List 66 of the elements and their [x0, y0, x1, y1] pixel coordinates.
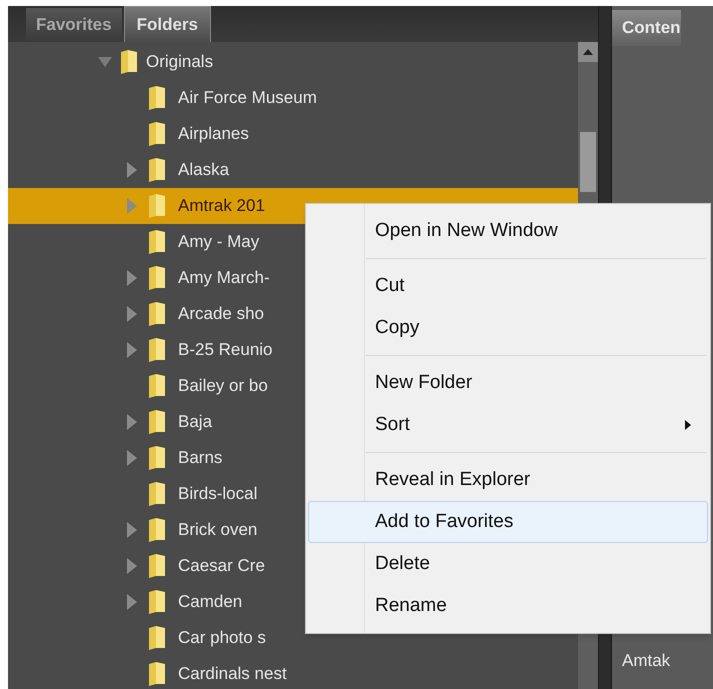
- folder-icon: [148, 121, 166, 147]
- folder-label[interactable]: Originals: [146, 49, 214, 75]
- folder-icon: [148, 85, 166, 111]
- folder-label: Cardinals nest: [178, 663, 287, 686]
- panel-tab[interactable]: Favorites: [26, 8, 122, 42]
- folder-label: Barns: [178, 447, 222, 470]
- menu-item[interactable]: Delete: [308, 543, 708, 585]
- menu-item[interactable]: Copy: [308, 307, 708, 349]
- collapse-arrow-icon[interactable]: [98, 56, 112, 68]
- folder-label: Camden: [178, 591, 242, 614]
- folder-label: B-25 Reunio: [178, 339, 273, 362]
- expand-arrow-icon[interactable]: [126, 342, 138, 358]
- up-arrow-icon: [583, 49, 593, 55]
- folder-icon: [148, 517, 166, 543]
- folder-row[interactable]: Cardinals nest: [8, 656, 578, 689]
- expand-arrow-icon[interactable]: [126, 414, 138, 430]
- scroll-up-button[interactable]: [578, 42, 598, 62]
- folder-label: Arcade sho: [178, 303, 264, 326]
- thumbnail-caption: Amtak: [622, 650, 672, 672]
- folder-label: Amy March-: [178, 267, 270, 290]
- folder-label: Bailey or bo: [178, 375, 268, 398]
- folder-label: Birds-local: [178, 483, 258, 506]
- folder-icon: [148, 445, 166, 471]
- folder-icon: [148, 337, 166, 363]
- expand-arrow-icon[interactable]: [126, 306, 138, 322]
- folder-icon: [148, 553, 166, 579]
- expand-arrow-icon[interactable]: [126, 522, 138, 538]
- folder-icon: [148, 589, 166, 615]
- folder-icon: [148, 193, 166, 219]
- folder-label: Airplanes: [178, 123, 249, 146]
- folder-icon: [120, 49, 138, 75]
- folder-label: Brick oven: [178, 519, 258, 542]
- panel-tab[interactable]: Conten: [612, 10, 681, 46]
- expand-arrow-icon[interactable]: [126, 270, 138, 286]
- menu-item[interactable]: Reveal in Explorer: [308, 459, 708, 501]
- folder-label: Baja: [178, 411, 212, 434]
- menu-item[interactable]: Cut: [308, 265, 708, 307]
- folder-icon: [148, 229, 166, 255]
- scroll-thumb[interactable]: [580, 132, 596, 192]
- panel-tab[interactable]: Folders: [124, 6, 211, 42]
- folder-label: Alaska: [178, 159, 230, 182]
- expand-arrow-icon[interactable]: [126, 450, 138, 466]
- folder-icon: [148, 481, 166, 507]
- folder-label: Amy - May: [178, 231, 260, 254]
- folder-icon: [148, 409, 166, 435]
- folder-row[interactable]: Airplanes: [8, 116, 578, 152]
- folder-label: Air Force Museum: [178, 87, 317, 110]
- expand-arrow-icon[interactable]: [126, 594, 138, 610]
- submenu-arrow-icon: [685, 420, 691, 430]
- folder-label: Amtrak 201: [178, 195, 265, 218]
- menu-item[interactable]: Add to Favorites: [308, 501, 708, 543]
- menu-item[interactable]: Sort: [308, 404, 708, 446]
- expand-arrow-icon[interactable]: [126, 198, 138, 214]
- folder-icon: [148, 625, 166, 651]
- menu-item[interactable]: New Folder: [308, 362, 708, 404]
- expand-arrow-icon[interactable]: [126, 162, 138, 178]
- folder-icon: [148, 373, 166, 399]
- expand-arrow-icon[interactable]: [126, 558, 138, 574]
- folder-label: Caesar Cre: [178, 555, 265, 578]
- folder-row[interactable]: Air Force Museum: [8, 80, 578, 116]
- folder-icon: [148, 157, 166, 183]
- folder-label: Car photo s: [178, 627, 266, 650]
- folder-icon: [148, 265, 166, 291]
- folder-icon: [148, 301, 166, 327]
- folder-icon: [148, 661, 166, 687]
- folder-row[interactable]: Alaska: [8, 152, 578, 188]
